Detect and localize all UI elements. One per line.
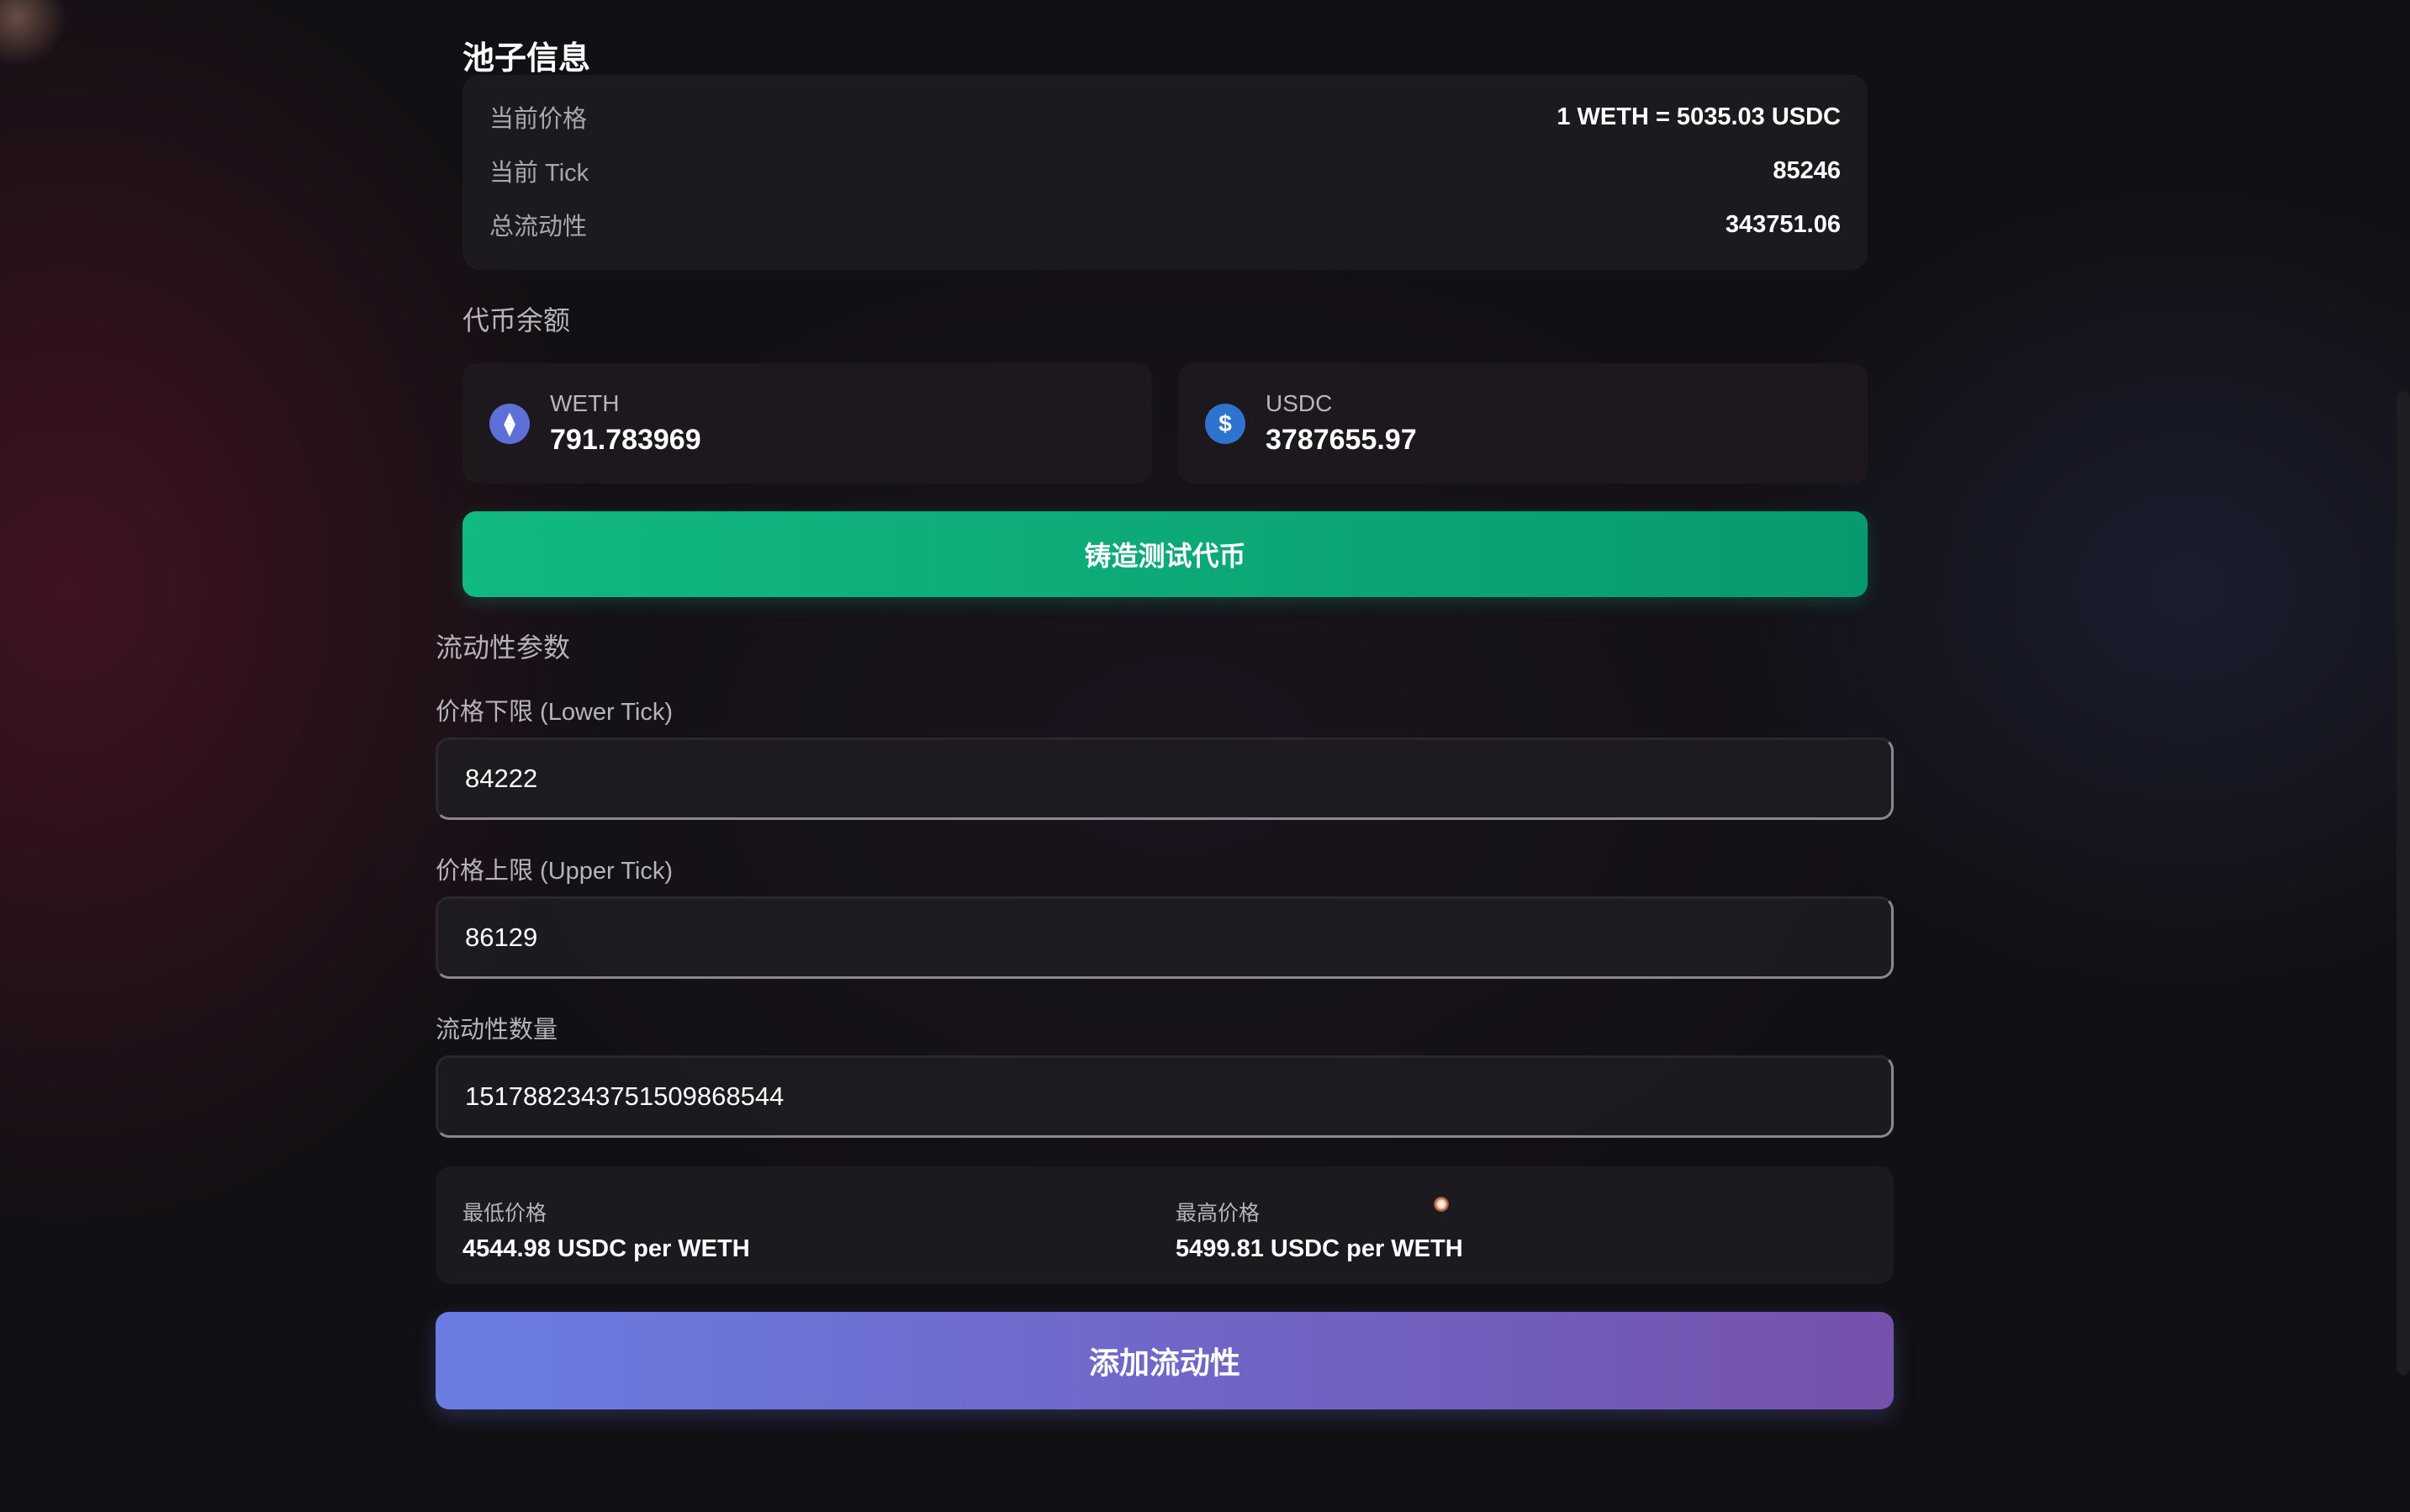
dollar-icon: $	[1205, 403, 1245, 444]
min-price-label: 最低价格	[462, 1202, 547, 1225]
liquidity-params-heading: 流动性参数	[436, 632, 571, 663]
pool-info-row-liquidity: 总流动性 343751.06	[489, 198, 1841, 251]
upper-tick-label: 价格上限 (Upper Tick)	[436, 858, 673, 885]
current-tick-value: 85246	[1773, 156, 1841, 184]
pool-info-card: 当前价格 1 WETH = 5035.03 USDC 当前 Tick 85246…	[462, 75, 1868, 270]
mint-test-tokens-button[interactable]: 铸造测试代币	[462, 511, 1868, 597]
max-price-block: 最高价格 5499.81 USDC per WETH	[1176, 1197, 1463, 1263]
liquidity-amount-input[interactable]	[436, 1055, 1894, 1138]
weth-balance-card: ⧫ WETH 791.783969	[462, 363, 1152, 484]
weth-symbol: WETH	[550, 390, 620, 416]
lower-tick-input[interactable]	[436, 737, 1894, 820]
usdc-amount: 3787655.97	[1266, 424, 1417, 456]
usdc-symbol: USDC	[1266, 390, 1333, 416]
current-price-value: 1 WETH = 5035.03 USDC	[1556, 103, 1841, 130]
usdc-balance-card: $ USDC 3787655.97	[1178, 363, 1868, 484]
total-liquidity-label: 总流动性	[489, 214, 588, 241]
scrollbar-thumb[interactable]	[2397, 391, 2410, 1375]
current-tick-label: 当前 Tick	[489, 160, 589, 187]
ethereum-icon: ⧫	[489, 403, 530, 444]
upper-tick-input[interactable]	[436, 896, 1894, 979]
price-range-card: 最低价格 4544.98 USDC per WETH 最高价格 5499.81 …	[436, 1166, 1894, 1284]
current-price-label: 当前价格	[489, 106, 588, 133]
pool-info-row-price: 当前价格 1 WETH = 5035.03 USDC	[489, 90, 1841, 144]
min-price-value: 4544.98 USDC per WETH	[462, 1235, 750, 1262]
pool-info-row-tick: 当前 Tick 85246	[489, 144, 1841, 198]
lower-tick-label: 价格下限 (Lower Tick)	[436, 699, 673, 726]
weth-amount: 791.783969	[550, 424, 701, 456]
max-price-value: 5499.81 USDC per WETH	[1176, 1235, 1463, 1262]
total-liquidity-value: 343751.06	[1725, 210, 1841, 238]
background-glow	[0, 0, 67, 67]
token-balances-heading: 代币余额	[462, 305, 571, 336]
mouse-cursor-indicator	[1434, 1197, 1449, 1212]
add-liquidity-button[interactable]: 添加流动性	[436, 1312, 1894, 1409]
min-price-block: 最低价格 4544.98 USDC per WETH	[462, 1197, 750, 1263]
max-price-label: 最高价格	[1176, 1202, 1260, 1225]
liquidity-amount-label: 流动性数量	[436, 1017, 558, 1044]
pool-info-title: 池子信息	[462, 41, 591, 77]
